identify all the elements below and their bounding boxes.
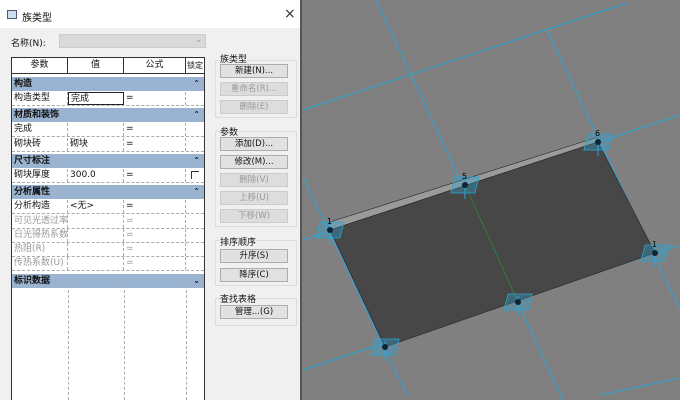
table-row: 砌块砖 砌块 =: [12, 137, 204, 152]
param-lock[interactable]: [186, 215, 204, 228]
app-icon: [7, 10, 17, 19]
table-row: 分析构造 <无> =: [12, 200, 204, 215]
collapse-chevron-icon[interactable]: ⌃: [193, 108, 200, 122]
param-formula[interactable]: =: [124, 92, 186, 105]
table-row: 热阻(R) =: [12, 243, 204, 258]
group-header[interactable]: 标识数据 ⌄: [12, 273, 204, 288]
lock-checkbox[interactable]: [191, 170, 199, 179]
handle-label: 1: [327, 217, 332, 226]
param-name: 砌块砖: [12, 137, 68, 151]
title-bar: 族类型 ×: [0, 0, 300, 28]
group-header[interactable]: 分析属性 ⌃: [12, 185, 204, 200]
header-formula[interactable]: 公式: [124, 58, 186, 74]
param-name: 构造类型: [12, 92, 68, 105]
param-lock[interactable]: [186, 243, 204, 256]
manage-lookup-button[interactable]: 管理...(G): [220, 305, 288, 319]
param-lock[interactable]: [186, 92, 204, 105]
param-name: 传热系数(U): [12, 257, 68, 271]
remove-param-button[interactable]: 删除(V): [220, 173, 288, 187]
param-value[interactable]: [68, 123, 124, 137]
param-value[interactable]: 砌块: [68, 137, 124, 151]
new-type-button[interactable]: 新建(N)...: [220, 64, 288, 78]
param-value[interactable]: [68, 228, 124, 242]
model-view[interactable]: 1561: [302, 0, 681, 401]
param-value[interactable]: 300.0: [68, 168, 124, 182]
collapse-chevron-icon[interactable]: ⌃: [193, 77, 200, 91]
param-value[interactable]: [68, 243, 124, 257]
param-value[interactable]: [68, 214, 124, 228]
param-lock[interactable]: [186, 123, 204, 136]
modify-param-button[interactable]: 修改(M)...: [220, 155, 288, 169]
name-select[interactable]: ⌄: [59, 34, 206, 48]
param-formula[interactable]: =: [124, 228, 186, 242]
shape-handle[interactable]: [370, 338, 400, 361]
handle-label: 6: [595, 129, 600, 138]
sort-ascending-button[interactable]: 升序(S): [220, 249, 288, 263]
param-formula[interactable]: =: [124, 257, 186, 271]
param-lock[interactable]: [186, 169, 204, 182]
table-row: 完成 =: [12, 123, 204, 138]
move-down-button[interactable]: 下移(W): [220, 209, 288, 223]
table-row: 砌块厚度 300.0 =: [12, 168, 204, 183]
param-name: 日光得热系数: [14, 228, 68, 242]
header-param[interactable]: 参数: [12, 58, 68, 74]
group-header[interactable]: 构造 ⌃: [12, 77, 204, 91]
param-formula[interactable]: =: [124, 243, 186, 257]
group-label: 标识数据: [14, 275, 51, 286]
close-icon[interactable]: ×: [284, 6, 296, 22]
group-header[interactable]: 材质和装饰 ⌃: [12, 108, 204, 123]
header-value[interactable]: 值: [68, 58, 124, 74]
group-label: 构造: [14, 79, 33, 89]
collapse-chevron-icon[interactable]: ⌃: [193, 154, 200, 168]
sort-descending-button[interactable]: 降序(C): [220, 268, 288, 282]
handle-label: 1: [652, 240, 657, 249]
param-lock[interactable]: [186, 257, 204, 270]
param-formula[interactable]: =: [124, 168, 186, 182]
param-value[interactable]: <无>: [68, 200, 124, 214]
param-lock[interactable]: [186, 229, 204, 242]
collapse-chevron-icon[interactable]: ⌃: [193, 185, 200, 199]
column-divider: [124, 285, 125, 400]
family-types-dialog: 族类型 × 名称(N): ⌄ 参数 值 公式 锁定 构造 ⌃ 构造类型 完成 = 材质和装…: [0, 0, 302, 400]
shape-handle[interactable]: [503, 293, 533, 316]
param-lock[interactable]: [186, 138, 204, 151]
3d-viewport[interactable]: 1561: [302, 0, 681, 401]
group-label: 分析属性: [14, 187, 51, 198]
param-lock[interactable]: [186, 200, 204, 213]
collapse-chevron-icon[interactable]: ⌄: [193, 274, 200, 288]
header-lock[interactable]: 锁定: [186, 58, 204, 74]
rename-type-button[interactable]: 重命名(R)...: [220, 82, 288, 96]
param-name: 热阻(R): [12, 243, 68, 257]
group-label: 材质和装饰: [14, 110, 60, 121]
group-label: 尺寸标注: [14, 155, 51, 166]
handle-label: 5: [462, 172, 467, 181]
move-up-button[interactable]: 上移(U): [220, 191, 288, 205]
param-name: 砌块厚度: [12, 168, 68, 182]
table-row: 构造类型 完成 =: [12, 92, 204, 106]
column-divider: [186, 285, 187, 400]
dialog-title: 族类型: [22, 13, 52, 24]
name-label: 名称(N):: [11, 39, 46, 49]
group-header[interactable]: 尺寸标注 ⌃: [12, 153, 204, 168]
column-divider: [68, 285, 69, 400]
param-formula[interactable]: =: [124, 200, 186, 214]
param-name: 可见光透过率: [14, 214, 68, 228]
delete-type-button[interactable]: 删除(E): [220, 100, 288, 114]
table-row: 传热系数(U) =: [12, 257, 204, 272]
table-row: 日光得热系数 =: [12, 228, 204, 243]
add-param-button[interactable]: 添加(D)...: [220, 137, 288, 151]
param-value[interactable]: [68, 257, 124, 271]
param-value[interactable]: 完成: [68, 92, 124, 105]
param-name: 完成: [12, 123, 68, 137]
param-formula[interactable]: =: [124, 214, 186, 228]
lookup-label: 查找表格: [220, 292, 257, 305]
chevron-down-icon: ⌄: [195, 35, 202, 44]
parameter-table: 参数 值 公式 锁定 构造 ⌃ 构造类型 完成 = 材质和装饰 ⌃ 完成 = 砌块砖 砌块 = 尺寸标注…: [11, 57, 205, 400]
sort-label: 排序顺序: [220, 235, 257, 248]
param-name: 分析构造: [12, 200, 68, 214]
table-row: 可见光透过率 =: [12, 214, 204, 229]
param-formula[interactable]: =: [124, 137, 186, 151]
param-formula[interactable]: =: [124, 123, 186, 137]
